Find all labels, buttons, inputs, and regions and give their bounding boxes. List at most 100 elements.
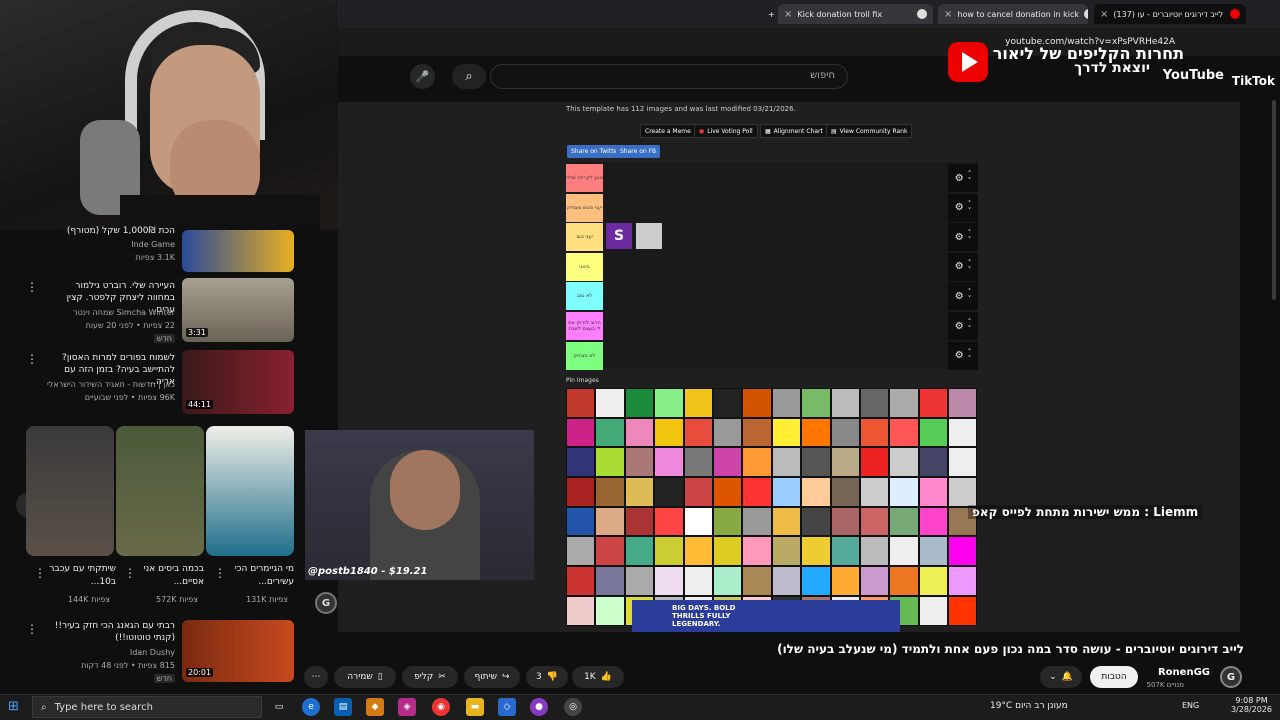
pool-image[interactable] xyxy=(830,536,860,567)
pool-image[interactable] xyxy=(566,388,596,418)
more-actions-icon[interactable]: ⋯ xyxy=(304,666,328,688)
pool-image[interactable] xyxy=(566,536,596,567)
pool-image[interactable] xyxy=(801,477,831,507)
pool-image[interactable] xyxy=(742,506,772,537)
alignment-chart-button[interactable]: ▦ Alignment Chart xyxy=(760,124,828,138)
pool-image[interactable] xyxy=(683,506,713,537)
perks-button[interactable]: הטבות xyxy=(1090,666,1138,688)
new-tab-button[interactable]: + xyxy=(762,4,774,24)
pool-image[interactable] xyxy=(712,536,743,567)
pool-image[interactable] xyxy=(654,566,684,596)
pool-image[interactable] xyxy=(771,417,802,448)
pool-image[interactable] xyxy=(918,447,949,478)
pool-image[interactable] xyxy=(801,566,831,596)
clip-button[interactable]: קליפ ✂ xyxy=(402,666,458,688)
discord-icon[interactable]: ● xyxy=(530,698,548,716)
pool-image[interactable] xyxy=(654,477,684,507)
pool-image[interactable] xyxy=(712,477,743,507)
sidebar-item-channel[interactable]: Inde Game xyxy=(131,240,175,249)
pool-image[interactable] xyxy=(566,417,596,448)
pool-image[interactable] xyxy=(918,477,949,507)
pool-image[interactable] xyxy=(771,506,802,537)
tier-settings[interactable]: ⚙ ˄ ˅ xyxy=(948,223,978,252)
channel-avatar[interactable]: G xyxy=(1220,666,1242,688)
tier-label[interactable]: בינוני xyxy=(566,252,603,281)
edge-icon[interactable]: e xyxy=(302,698,320,716)
pool-image[interactable] xyxy=(889,506,919,537)
more-options-icon[interactable]: ⋮ xyxy=(34,566,46,580)
more-options-icon[interactable]: ⋮ xyxy=(26,352,38,366)
short-title[interactable]: מי הגיימרים הכי עשירים... xyxy=(224,563,294,589)
pool-image[interactable] xyxy=(712,447,743,478)
pool-image[interactable] xyxy=(801,447,831,478)
pool-image[interactable] xyxy=(830,506,860,537)
obs-icon[interactable]: ◎ xyxy=(564,698,582,716)
save-button[interactable]: שמירה ▯ xyxy=(334,666,396,688)
gear-icon[interactable]: ⚙ xyxy=(955,350,964,361)
voice-search-icon[interactable]: 🎤 xyxy=(410,64,435,89)
tier-label[interactable]: יעני מטש מצחיק xyxy=(566,193,603,222)
pool-image[interactable] xyxy=(566,447,596,478)
close-icon[interactable]: × xyxy=(784,9,792,20)
pool-image[interactable] xyxy=(948,388,978,418)
pool-image[interactable] xyxy=(742,417,772,448)
close-icon[interactable]: × xyxy=(1100,9,1108,20)
pool-image[interactable] xyxy=(654,536,684,567)
pool-image[interactable] xyxy=(742,566,772,596)
pool-image[interactable] xyxy=(889,566,919,596)
pool-image[interactable] xyxy=(624,417,655,448)
pool-image[interactable] xyxy=(830,477,860,507)
pool-image[interactable] xyxy=(742,477,772,507)
reorder-arrows-icon[interactable]: ˄ ˅ xyxy=(968,289,972,303)
pool-image[interactable] xyxy=(859,566,890,596)
channel-name[interactable]: RonenGG xyxy=(1158,667,1210,678)
pool-image[interactable] xyxy=(595,566,625,596)
pool-image[interactable] xyxy=(948,477,978,507)
chrome-icon[interactable]: ◉ xyxy=(432,698,450,716)
dislike-button[interactable]: 3 👎 xyxy=(526,666,568,688)
store-icon[interactable]: ▤ xyxy=(334,698,352,716)
app-icon[interactable]: ◆ xyxy=(366,698,384,716)
pool-image[interactable] xyxy=(948,417,978,448)
task-view-icon[interactable]: ▭ xyxy=(270,698,288,716)
pool-image[interactable] xyxy=(771,477,802,507)
weather-widget[interactable]: 19°C מעונן רב היום xyxy=(990,701,1068,711)
pool-image[interactable] xyxy=(918,595,949,626)
pool-image[interactable] xyxy=(771,536,802,567)
pool-image[interactable] xyxy=(859,417,890,448)
tier-settings[interactable]: ⚙ ˄ ˅ xyxy=(948,252,978,281)
gear-icon[interactable]: ⚙ xyxy=(955,321,964,332)
pool-image[interactable] xyxy=(830,388,860,418)
pool-image[interactable] xyxy=(683,447,713,478)
sidebar-item-channel[interactable]: Simcha Winter שמחה וינטר xyxy=(73,308,175,317)
pool-image[interactable] xyxy=(595,388,625,418)
close-icon[interactable]: × xyxy=(944,9,952,20)
pool-image[interactable] xyxy=(595,595,625,626)
pool-image[interactable] xyxy=(801,417,831,448)
short-title[interactable]: בכמה ביסים אני אסיים... xyxy=(134,563,204,589)
pool-image[interactable] xyxy=(624,506,655,537)
sidebar-item-title[interactable]: רבתי עם הגאנג הכי חזק בעיר!! (קנתי טוטוט… xyxy=(45,620,175,644)
pool-image[interactable] xyxy=(889,447,919,478)
tier-label[interactable]: יעני טוב xyxy=(566,223,603,252)
pool-image[interactable] xyxy=(742,388,772,418)
pool-image[interactable] xyxy=(566,506,596,537)
pool-image[interactable] xyxy=(683,417,713,448)
pool-image[interactable] xyxy=(654,506,684,537)
pool-image[interactable] xyxy=(624,388,655,418)
pool-image[interactable] xyxy=(918,417,949,448)
short-thumbnail[interactable] xyxy=(206,426,294,556)
sidebar-item-title[interactable]: הכת 1,000₪ שקל (מטורף) xyxy=(35,226,175,236)
tier-settings[interactable]: ⚙ ˄ ˅ xyxy=(948,193,978,222)
pool-image[interactable] xyxy=(801,536,831,567)
pool-image[interactable] xyxy=(948,536,978,567)
pool-image[interactable] xyxy=(742,447,772,478)
pool-image[interactable] xyxy=(859,447,890,478)
pool-image[interactable] xyxy=(859,506,890,537)
tab-youtube-active[interactable]: × (137) לייב דירוגים יוטיוברים - עו xyxy=(1094,4,1246,24)
pool-image[interactable] xyxy=(654,447,684,478)
pool-image[interactable] xyxy=(889,417,919,448)
sidebar-item-channel[interactable]: Idan Dushy xyxy=(130,648,175,657)
pool-image[interactable] xyxy=(801,388,831,418)
tier-item[interactable]: S xyxy=(606,223,632,249)
